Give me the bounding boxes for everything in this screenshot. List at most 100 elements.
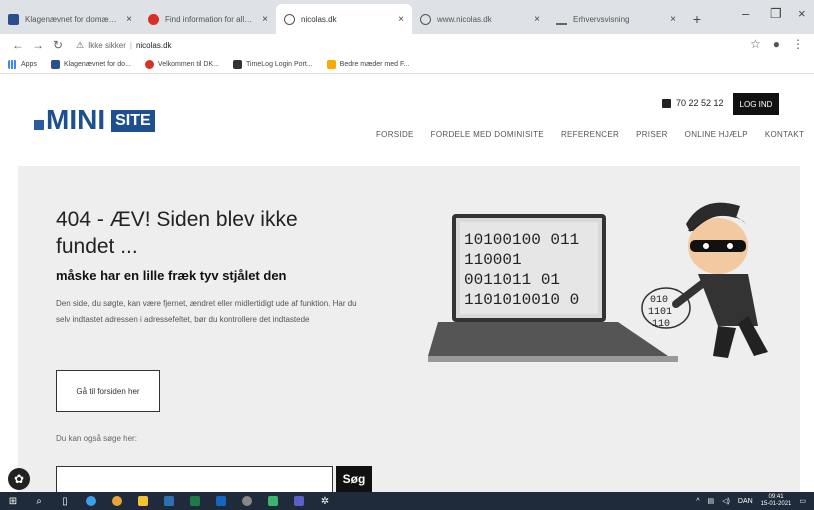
page-title: 404 - ÆV! Siden blev ikke fundet ... [56,208,298,258]
reload-icon[interactable]: ↻ [48,38,68,52]
tab-label: Klagenævnet for domænenavne [25,14,120,24]
app-icon[interactable] [234,492,260,510]
login-button[interactable]: LOG IND [733,93,779,115]
clock[interactable]: 09:41 15-01-2021 [761,494,792,508]
tray-chevron-icon[interactable]: ^ [696,498,699,505]
svg-text:110: 110 [652,319,670,330]
bookmark-icon [326,60,336,69]
tab-close-icon[interactable]: × [126,14,132,25]
volume-icon[interactable]: ◁) [722,497,730,505]
search-icon[interactable]: ⌕ [26,492,52,510]
tab-favicon-icon [148,13,159,25]
thief-laptop-illustration: 10100100 011 110001 0011011 01 110101001… [428,202,768,362]
binary-line-1: 10100100 011 [464,231,579,249]
nav-item-online-hjaelp[interactable]: ONLINE HJÆLP [685,130,748,139]
notifications-icon[interactable]: ▭ [799,497,806,505]
tab-erhvervsvisning[interactable]: Erhvervsvisning × [548,4,684,34]
nav-item-fordele[interactable]: FORDELE MED DOMINISITE [431,130,544,139]
logo-text-mini: MINI [46,104,106,135]
error-description: Den side, du søgte, kan være fjernet, æn… [56,299,357,324]
bookmark-timelog[interactable]: TimeLog Login Port... [232,60,313,69]
search-input[interactable] [56,466,333,492]
tab-www-nicolas[interactable]: www.nicolas.dk × [412,4,548,34]
clock-date: 15-01-2021 [760,501,792,507]
tab-close-icon[interactable]: × [398,14,404,25]
logo-text-site: SITE [111,110,155,132]
binary-line-2: 110001 [464,251,522,269]
nav-item-priser[interactable]: PRISER [636,130,668,139]
app-icon[interactable] [156,492,182,510]
language-indicator[interactable]: DAN [738,498,753,505]
browser-tab-strip: Klagenævnet for domænenavne × Find infor… [0,0,814,34]
binary-bundle: 010 1101 110 [641,287,691,330]
phone-number: 70 22 52 12 [676,98,724,108]
scale-icon [556,14,567,25]
edge-icon[interactable] [78,492,104,510]
go-to-frontpage-button[interactable]: Gå til forsiden her [56,370,160,412]
binary-line-4: 1101010010 0 [464,291,579,309]
hero-404-section: 404 - ÆV! Siden blev ikke fundet ... mås… [18,166,800,492]
bookmark-star-icon[interactable]: ☆ [750,37,761,51]
binary-line-3: 0011011 01 [464,271,560,289]
outlook-icon[interactable] [208,492,234,510]
excel-icon[interactable] [182,492,208,510]
thief-figure [672,202,768,358]
windows-taskbar: ⊞ ⌕ ▯ ✲ ^ ▤ ◁) DAN 09:41 15-01-2021 ▭ [0,492,814,510]
globe-icon [420,13,431,25]
laptop-base [428,356,678,362]
app-icon[interactable] [260,492,286,510]
forward-arrow-icon[interactable]: → [28,38,48,52]
bookmark-label: TimeLog Login Port... [245,61,313,68]
phone-contact[interactable]: 70 22 52 12 [662,98,724,108]
tab-favicon-icon [8,13,19,25]
network-icon[interactable]: ▤ [708,497,715,505]
tab-nicolas-active[interactable]: nicolas.dk × [276,4,412,34]
address-separator: | [129,40,132,50]
window-close-icon[interactable]: × [798,6,806,21]
minimize-icon[interactable]: – [742,6,749,21]
nav-item-referencer[interactable]: REFERENCER [561,130,619,139]
bookmark-label: Apps [21,61,37,68]
bookmark-klagenaevnet[interactable]: Klagenævnet for do... [50,60,131,69]
restore-icon[interactable]: ❐ [770,6,782,22]
svg-text:1101: 1101 [648,307,672,318]
tab-close-icon[interactable]: × [670,14,676,25]
laptop-keyboard [428,322,668,356]
warning-icon: ⚠ [76,39,85,50]
tab-find-information[interactable]: Find information for alle dk × [140,4,276,34]
tab-close-icon[interactable]: × [262,14,268,25]
tab-close-icon[interactable]: × [534,14,540,25]
new-tab-plus-icon[interactable]: + [684,4,710,34]
windows-start-icon[interactable]: ⊞ [0,492,26,510]
bookmark-favicon-icon [144,60,154,69]
main-navigation: FORSIDE FORDELE MED DOMINISITE REFERENCE… [376,130,804,139]
back-arrow-icon[interactable]: ← [8,38,28,52]
minisite-logo[interactable]: MINI SITE [34,104,155,136]
phone-icon [662,98,671,108]
system-tray: ^ ▤ ◁) DAN 09:41 15-01-2021 ▭ [696,492,806,510]
browser-toolbar: ← → ↻ ⚠ Ikke sikker | nicolas.dk ☆ ● ⋮ [0,34,814,56]
menu-dots-icon[interactable]: ⋮ [792,37,804,51]
bookmark-favicon-icon [50,60,60,69]
apps-grid-icon [8,60,17,69]
task-view-icon[interactable]: ▯ [52,492,78,510]
bookmark-label: Klagenævnet for do... [63,61,131,68]
chrome-icon[interactable] [104,492,130,510]
settings-gear-icon[interactable]: ✲ [312,492,338,510]
bookmark-label: Velkommen til DK... [157,61,219,68]
nav-item-kontakt[interactable]: KONTAKT [765,130,804,139]
bookmark-bedre-maeder[interactable]: Bedre mæder med F... [326,60,409,69]
tab-klagenaevnet[interactable]: Klagenævnet for domænenavne × [0,4,140,34]
search-button[interactable]: Søg [336,466,372,492]
chat-bubble-icon[interactable]: ✿ [8,468,30,490]
page-subtitle: måske har en lille fræk tyv stjålet den [56,268,287,283]
nav-item-forside[interactable]: FORSIDE [376,130,414,139]
address-bar[interactable]: ⚠ Ikke sikker | nicolas.dk [76,40,172,51]
bookmark-velkommen[interactable]: Velkommen til DK... [144,60,219,69]
bookmark-apps[interactable]: Apps [8,60,37,69]
profile-icon[interactable]: ● [773,37,780,51]
file-explorer-icon[interactable] [130,492,156,510]
clock-time: 09:41 [768,494,784,500]
tab-label: Erhvervsvisning [573,14,630,24]
teams-icon[interactable] [286,492,312,510]
